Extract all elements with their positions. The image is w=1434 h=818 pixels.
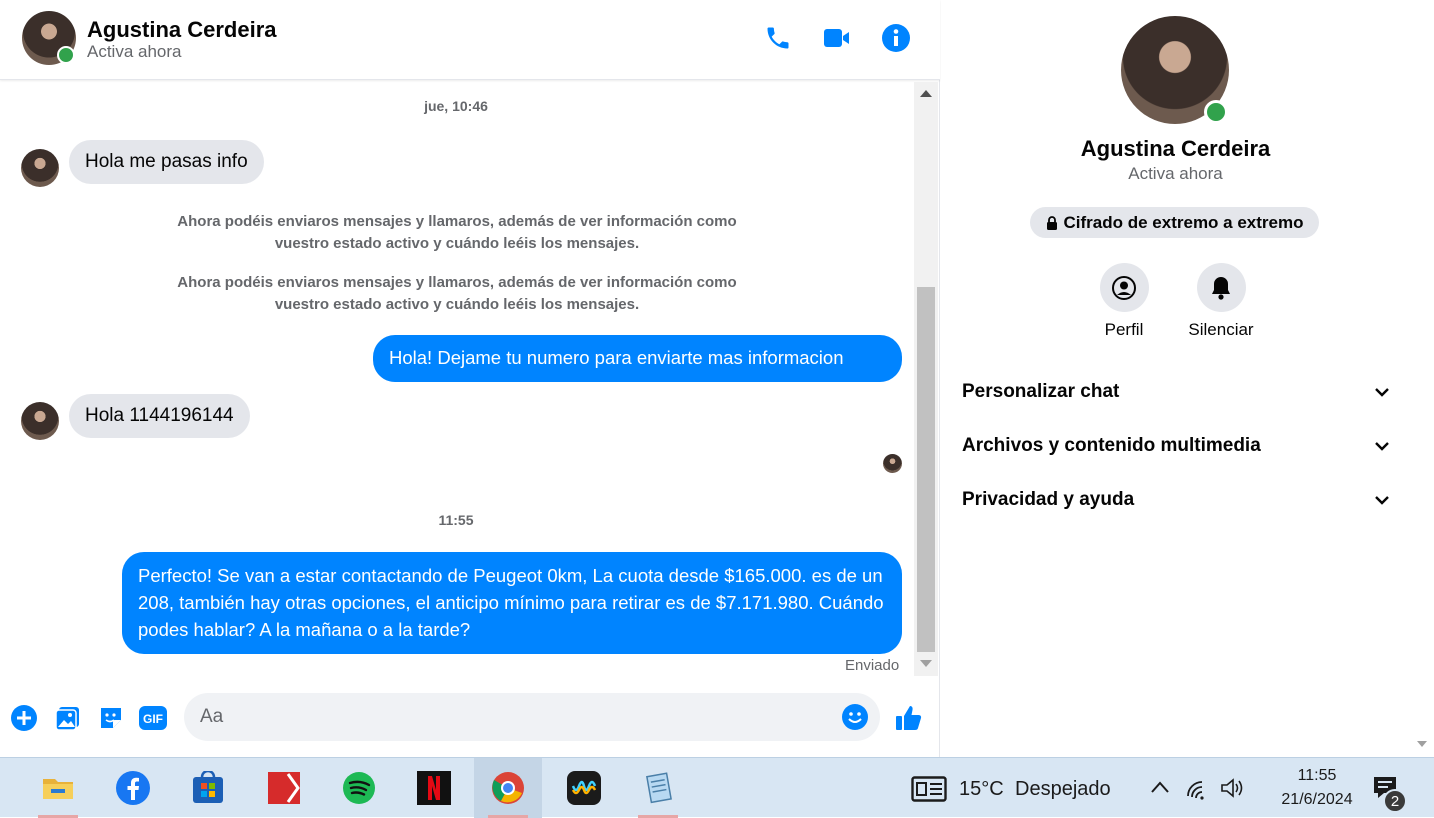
weather-icon[interactable] [911,776,947,807]
conversation-details-panel: Agustina Cerdeira Activa ahora Cifrado d… [941,0,1410,757]
pdf-editor-icon[interactable] [250,758,318,818]
app-icon[interactable] [550,758,618,818]
file-explorer-icon[interactable] [24,758,92,818]
chevron-up-icon[interactable] [1150,780,1170,799]
online-indicator [1204,100,1228,124]
timestamp: 11:55 [438,512,474,528]
add-icon[interactable] [9,703,39,733]
details-contact-name[interactable]: Agustina Cerdeira [941,136,1410,162]
chevron-down-icon [1375,442,1389,451]
messenger-window: Agustina Cerdeira Activa ahora jue, 10:4… [0,0,1434,757]
section-customize-chat[interactable]: Personalizar chat [962,372,1390,412]
chat-panel: Agustina Cerdeira Activa ahora jue, 10:4… [0,0,940,757]
phone-icon[interactable] [762,22,794,54]
timestamp: jue, 10:46 [424,98,488,114]
windows-taskbar: 15°C Despejado 11:55 21/6/2024 2 [0,757,1434,818]
microsoft-store-icon[interactable] [174,758,242,818]
notepad-icon[interactable] [624,758,692,818]
sticker-icon[interactable] [96,703,126,733]
seen-indicator-avatar [883,454,902,473]
message-input-container[interactable] [184,693,880,741]
spotify-icon[interactable] [325,758,393,818]
composer: GIF [0,686,940,752]
details-contact-status: Activa ahora [1128,164,1223,183]
netflix-icon[interactable] [400,758,468,818]
section-files-media[interactable]: Archivos y contenido multimedia [962,426,1390,466]
chrome-icon[interactable] [474,758,542,818]
sender-avatar[interactable] [21,402,59,440]
facebook-icon[interactable] [99,758,167,818]
system-clock[interactable]: 11:55 21/6/2024 [1262,764,1372,812]
sent-status: Enviado [845,657,900,674]
section-label: Personalizar chat [962,381,1120,402]
gif-label: GIF [143,712,163,726]
chevron-down-icon [1375,388,1389,397]
video-camera-icon[interactable] [821,22,853,54]
notification-badge: 2 [1383,789,1407,813]
emoji-icon[interactable] [840,702,870,732]
mute-label: Silenciar [1188,320,1254,339]
mute-action[interactable]: Silenciar [1171,263,1271,340]
contact-status: Activa ahora [87,42,182,61]
section-privacy-help[interactable]: Privacidad y ayuda [962,480,1390,520]
section-label: Archivos y contenido multimedia [962,435,1261,456]
incoming-message[interactable]: Hola 1144196144 [69,394,250,438]
lock-icon [1046,215,1057,230]
bell-icon[interactable] [1196,263,1246,312]
message-list: jue, 10:46 Hola me pasas info Ahora podé… [0,82,912,676]
section-label: Privacidad y ayuda [962,489,1135,510]
encryption-badge[interactable]: Cifrado de extremo a extremo [1030,207,1319,238]
outgoing-message[interactable]: Hola! Dejame tu numero para enviarte mas… [373,335,902,382]
message-input[interactable] [200,693,820,741]
scroll-down-arrow[interactable] [1417,741,1427,747]
encryption-label: Cifrado de extremo a extremo [1063,212,1304,232]
chevron-down-icon [1375,496,1389,505]
incoming-message[interactable]: Hola me pasas info [69,140,264,184]
info-icon[interactable] [880,22,912,54]
chat-header: Agustina Cerdeira Activa ahora [0,0,940,80]
sender-avatar[interactable] [21,149,59,187]
online-indicator [57,46,75,64]
message-scrollbar[interactable] [914,82,938,676]
profile-icon[interactable] [1099,263,1149,312]
system-message: Ahora podéis enviaros mensajes y llamaro… [177,274,737,313]
like-icon[interactable] [894,703,924,733]
weather-description[interactable]: Despejado [1015,778,1111,801]
outgoing-message[interactable]: Perfecto! Se van a estar contactando de … [122,552,902,654]
wifi-icon[interactable] [1186,778,1210,805]
system-message: Ahora podéis enviaros mensajes y llamaro… [177,213,737,252]
contact-name[interactable]: Agustina Cerdeira [87,17,277,43]
weather-temperature[interactable]: 15°C [959,778,1004,801]
profile-label: Perfil [1104,320,1144,339]
scroll-down-arrow[interactable] [920,660,932,667]
scroll-thumb[interactable] [917,287,935,652]
volume-icon[interactable] [1220,777,1246,804]
clock-date: 21/6/2024 [1281,791,1353,808]
gif-icon[interactable]: GIF [138,703,168,733]
page-scrollbar[interactable] [1410,0,1434,757]
scroll-up-arrow[interactable] [920,90,932,97]
clock-time: 11:55 [1297,767,1337,784]
profile-action[interactable]: Perfil [1074,263,1174,340]
image-icon[interactable] [53,703,83,733]
